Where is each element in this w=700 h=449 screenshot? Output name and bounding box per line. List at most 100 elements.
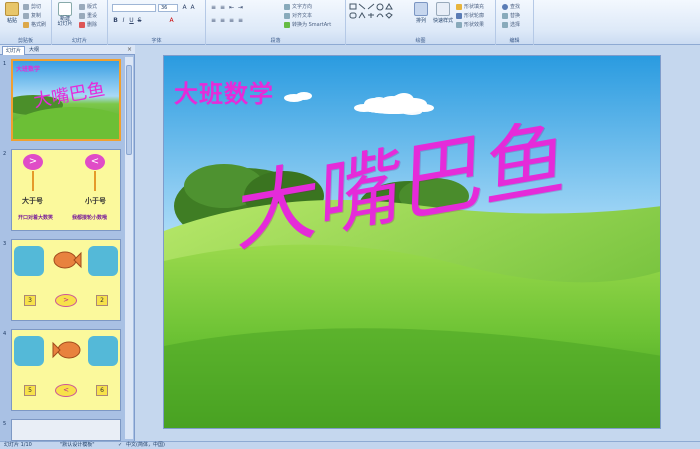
quick-styles-button[interactable]: 快速样式 [433, 2, 453, 32]
search-icon [502, 3, 508, 10]
new-slide-button[interactable]: 新建 幻灯片 [56, 2, 74, 32]
bold-icon[interactable]: B [112, 17, 119, 24]
arrow-line [94, 171, 96, 191]
close-icon[interactable]: × [127, 46, 132, 53]
shrink-font-icon[interactable]: A [189, 4, 196, 11]
language-indicator: 中文(简体，中国) [126, 442, 165, 448]
reset-button[interactable]: 重设 [79, 12, 97, 19]
less-than-icon: < [85, 154, 105, 170]
slide-thumb-3[interactable]: 3 > 2 [11, 239, 121, 321]
font-name-box[interactable] [112, 4, 156, 12]
shrimp-picture [14, 246, 44, 276]
thumb-number: 2 [3, 151, 7, 157]
grow-font-icon[interactable]: A [181, 4, 188, 11]
shapes-gallery-icon[interactable] [349, 3, 401, 27]
group-drawing: 排列 快速样式 形状填充 形状轮廓 形状效果 绘图 [346, 0, 496, 45]
fish-icon [52, 341, 81, 359]
theme-name: "默认设计模板" [60, 442, 95, 448]
decrease-indent-icon[interactable]: ⇤ [228, 4, 235, 11]
smartart-icon [284, 21, 290, 28]
numbering-icon[interactable]: ≡ [219, 4, 226, 11]
layout-button[interactable]: 版式 [79, 3, 97, 10]
align-right-icon[interactable]: ≡ [228, 17, 235, 24]
tab-slides[interactable]: 幻灯片 [2, 46, 26, 55]
group-paragraph: ≡ ≡ ⇤ ⇥ ≡ ≡ ≡ ≡ 文字方向 对齐文本 转换为 SmartArt 段… [206, 0, 346, 45]
pane-tabs: 幻灯片 大纲 × [0, 45, 135, 55]
select-button[interactable]: 选择 [502, 21, 520, 28]
paste-button[interactable]: 粘贴 [3, 2, 21, 32]
slide-counter: 幻灯片 1/10 [4, 442, 32, 448]
align-text-icon [284, 12, 290, 19]
compare-symbol: > [55, 294, 77, 307]
group-clipboard: 粘贴 剪切 复制 格式刷 剪贴板 [0, 0, 52, 45]
thumb-number: 5 [3, 421, 7, 427]
shape-fill-button[interactable]: 形状填充 [456, 3, 484, 10]
arrange-button[interactable]: 排列 [412, 2, 430, 32]
fish-icon [53, 251, 82, 269]
slide-thumb-4[interactable]: 5 < 6 [11, 329, 121, 411]
group-slides: 新建 幻灯片 版式 重设 删除 幻灯片 [52, 0, 108, 45]
align-text-button[interactable]: 对齐文本 [284, 12, 312, 19]
bullets-icon[interactable]: ≡ [210, 4, 217, 11]
slide-canvas[interactable]: 大班数学 大嘴巴鱼 [163, 55, 661, 429]
delete-slide-button[interactable]: 删除 [79, 21, 97, 28]
tab-outline[interactable]: 大纲 [26, 46, 42, 55]
shrimp-picture [14, 336, 44, 366]
cut-button[interactable]: 剪切 [23, 3, 41, 10]
cursor-icon [502, 21, 508, 28]
format-painter-button[interactable]: 格式刷 [23, 21, 46, 28]
thumb-number: 1 [3, 61, 7, 67]
arrange-icon [414, 2, 428, 16]
scrollbar-thumb[interactable] [126, 65, 132, 155]
shape-effects-button[interactable]: 形状效果 [456, 21, 484, 28]
effects-icon [456, 21, 462, 28]
underline-icon[interactable]: U [128, 17, 135, 24]
replace-button[interactable]: 替换 [502, 12, 520, 19]
paint-bucket-icon [456, 3, 462, 10]
slide-title[interactable]: 大班数学 [174, 74, 274, 109]
pen-icon [456, 12, 462, 19]
slide-thumb-2[interactable]: > < 大于号 小于号 开口对着大数笑 我都接轮小数哦 [11, 149, 121, 231]
thumb-title: 大班数学 [16, 66, 41, 73]
ribbon: 粘贴 剪切 复制 格式刷 剪贴板 新建 幻灯片 版式 重设 删除 幻灯片 36 … [0, 0, 700, 45]
slide-pane: 幻灯片 大纲 × 1 大班数学 大嘴巴鱼 2 > < 大于号 小于号 开口对着大… [0, 45, 135, 441]
quick-styles-icon [436, 2, 450, 16]
justify-icon[interactable]: ≡ [237, 17, 244, 24]
slide-thumb-1[interactable]: 大班数学 大嘴巴鱼 [11, 59, 121, 141]
copy-icon [23, 12, 29, 19]
reset-icon [79, 12, 85, 19]
delete-icon [79, 21, 85, 28]
brush-icon [23, 21, 29, 28]
thumb-label: 小于号 [85, 197, 106, 205]
thumb-number: 4 [3, 331, 7, 337]
align-center-icon[interactable]: ≡ [219, 17, 226, 24]
font-size-box[interactable]: 36 [158, 4, 178, 12]
pane-scrollbar[interactable] [125, 57, 133, 439]
number-box: 3 [24, 295, 36, 306]
scissors-icon [23, 3, 29, 10]
italic-icon[interactable]: I [120, 17, 127, 24]
align-left-icon[interactable]: ≡ [210, 17, 217, 24]
replace-icon [502, 12, 508, 19]
shape-outline-button[interactable]: 形状轮廓 [456, 12, 484, 19]
group-editing: 查找 替换 选择 编辑 [496, 0, 534, 45]
strikethrough-icon[interactable]: S [136, 17, 143, 24]
slide-thumb-5[interactable] [11, 419, 121, 441]
number-box: 6 [96, 385, 108, 396]
thumb-number: 3 [3, 241, 7, 247]
smartart-button[interactable]: 转换为 SmartArt [284, 21, 331, 28]
text-direction-button[interactable]: 文字方向 [284, 3, 312, 10]
new-slide-icon [58, 2, 72, 16]
number-box: 2 [96, 295, 108, 306]
increase-indent-icon[interactable]: ⇥ [237, 4, 244, 11]
thumb-caption: 开口对着大数笑 [18, 215, 54, 221]
font-color-icon[interactable]: A [168, 17, 175, 24]
thumb-label: 大于号 [22, 197, 43, 205]
greater-than-icon: > [23, 154, 43, 170]
copy-button[interactable]: 复制 [23, 12, 41, 19]
find-button[interactable]: 查找 [502, 3, 520, 10]
shrimp-picture [88, 336, 118, 366]
number-box: 5 [24, 385, 36, 396]
spellcheck-icon[interactable]: ✓ [118, 442, 122, 449]
status-bar: 幻灯片 1/10 "默认设计模板" ✓ 中文(简体，中国) [0, 441, 700, 449]
